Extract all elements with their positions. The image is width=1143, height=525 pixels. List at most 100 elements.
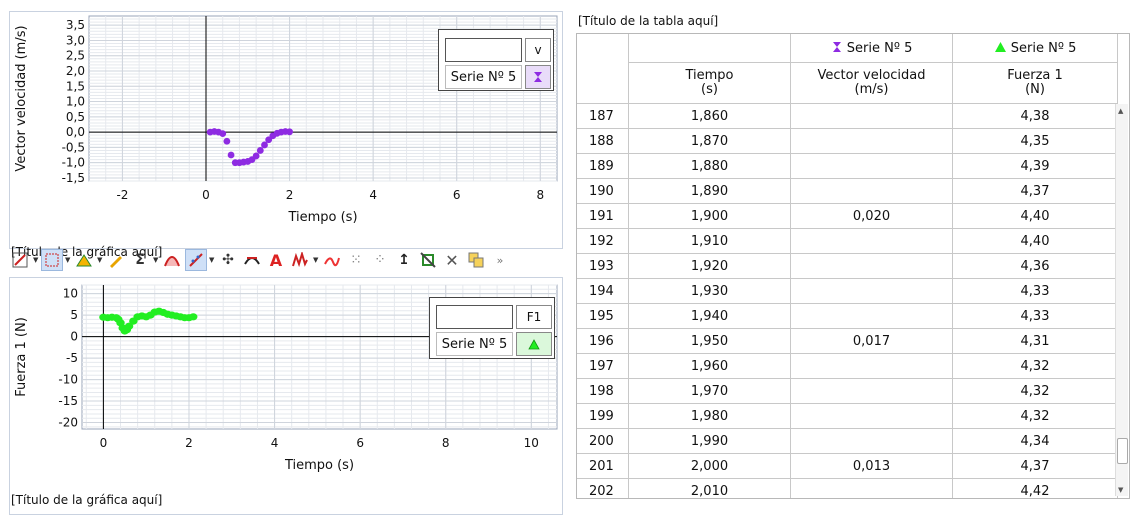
strike-icon[interactable] <box>417 249 439 271</box>
time-cell[interactable]: 1,910 <box>628 228 791 254</box>
table-row[interactable]: 187 1,860 4,38 <box>577 103 1118 129</box>
table-row[interactable]: 190 1,890 4,37 <box>577 178 1118 204</box>
curve-fit-icon[interactable] <box>161 249 183 271</box>
table-row[interactable]: 191 1,900 0,020 4,40 <box>577 203 1118 229</box>
table-row[interactable]: 198 1,970 4,32 <box>577 378 1118 404</box>
force-cell[interactable]: 4,31 <box>952 328 1118 354</box>
force-cell[interactable]: 4,40 <box>952 228 1118 254</box>
velocity-cell[interactable] <box>790 403 953 429</box>
delete-icon[interactable]: ✕ <box>441 249 463 271</box>
chevron-down-icon[interactable]: ▼ <box>153 256 159 264</box>
time-cell[interactable]: 1,880 <box>628 153 791 179</box>
scroll-down-icon[interactable]: ▼ <box>1118 486 1123 494</box>
force-cell[interactable]: 4,34 <box>952 428 1118 454</box>
crosshair-icon[interactable]: ✣ <box>217 249 239 271</box>
velocity-cell[interactable] <box>790 253 953 279</box>
row-index-cell[interactable]: 202 <box>577 478 629 498</box>
velocity-cell[interactable] <box>790 178 953 204</box>
series-header-force[interactable]: Serie Nº 5 <box>952 34 1118 63</box>
time-cell[interactable]: 1,920 <box>628 253 791 279</box>
graph-caption-bottom[interactable]: [Título de la gráfica aquí] <box>11 493 162 507</box>
row-index-cell[interactable]: 187 <box>577 103 629 129</box>
point-remove-icon[interactable]: ⁙ <box>345 249 367 271</box>
interpolate-icon[interactable] <box>321 249 343 271</box>
table-row[interactable]: 202 2,010 4,42 <box>577 478 1118 498</box>
chevron-down-icon[interactable]: ▼ <box>97 256 103 264</box>
force-cell[interactable]: 4,39 <box>952 153 1118 179</box>
column-header-velocity[interactable]: Vector velocidad (m/s) <box>790 62 953 104</box>
force-cell[interactable]: 4,32 <box>952 403 1118 429</box>
velocity-cell[interactable] <box>790 378 953 404</box>
row-index-cell[interactable]: 198 <box>577 378 629 404</box>
table-row[interactable]: 197 1,960 4,32 <box>577 353 1118 379</box>
sigma-icon[interactable]: Σ <box>129 249 151 271</box>
scroll-up-icon[interactable]: ▲ <box>1118 107 1123 115</box>
row-index-cell[interactable]: 193 <box>577 253 629 279</box>
autoscale-icon[interactable] <box>9 249 31 271</box>
legend-series-swatch[interactable] <box>516 332 552 356</box>
chevron-down-icon[interactable]: ▼ <box>33 256 39 264</box>
force-cell[interactable]: 4,36 <box>952 253 1118 279</box>
velocity-cell[interactable]: 0,017 <box>790 328 953 354</box>
row-index-cell[interactable]: 191 <box>577 203 629 229</box>
row-index-cell[interactable]: 200 <box>577 428 629 454</box>
copy-icon[interactable] <box>465 249 487 271</box>
velocity-cell[interactable] <box>790 228 953 254</box>
time-cell[interactable]: 1,970 <box>628 378 791 404</box>
legend-bottom[interactable]: F1 Serie Nº 5 <box>429 297 555 359</box>
table-row[interactable]: 194 1,930 4,33 <box>577 278 1118 304</box>
row-index-cell[interactable]: 188 <box>577 128 629 154</box>
velocity-cell[interactable] <box>790 153 953 179</box>
row-index-cell[interactable]: 194 <box>577 278 629 304</box>
force-cell[interactable]: 4,40 <box>952 203 1118 229</box>
annotation-icon[interactable]: A <box>265 249 287 271</box>
velocity-cell[interactable] <box>790 103 953 129</box>
arrow-up-icon[interactable]: ↥ <box>393 249 415 271</box>
row-index-cell[interactable]: 195 <box>577 303 629 329</box>
chevron-down-icon[interactable]: ▼ <box>65 256 71 264</box>
table-row[interactable]: 201 2,000 0,013 4,37 <box>577 453 1118 479</box>
chevron-down-icon[interactable]: ▼ <box>313 256 319 264</box>
row-index-cell[interactable]: 201 <box>577 453 629 479</box>
force-cell[interactable]: 4,32 <box>952 378 1118 404</box>
force-cell[interactable]: 4,33 <box>952 278 1118 304</box>
legend-name-field[interactable] <box>436 305 513 329</box>
table-row[interactable]: 199 1,980 4,32 <box>577 403 1118 429</box>
table-row[interactable]: 188 1,870 4,35 <box>577 128 1118 154</box>
row-index-cell[interactable]: 189 <box>577 153 629 179</box>
linear-fit-icon[interactable] <box>185 249 207 271</box>
table-row[interactable]: 196 1,950 0,017 4,31 <box>577 328 1118 354</box>
time-cell[interactable]: 1,930 <box>628 278 791 304</box>
time-cell[interactable]: 1,960 <box>628 353 791 379</box>
legend-series-swatch[interactable] <box>525 65 551 89</box>
row-index-cell[interactable]: 190 <box>577 178 629 204</box>
time-cell[interactable]: 1,890 <box>628 178 791 204</box>
table-row[interactable]: 192 1,910 4,40 <box>577 228 1118 254</box>
chevron-down-icon[interactable]: ▼ <box>209 256 215 264</box>
table-row[interactable]: 189 1,880 4,39 <box>577 153 1118 179</box>
more-icon[interactable]: » <box>489 249 511 271</box>
pencil-icon[interactable] <box>105 249 127 271</box>
time-cell[interactable]: 1,950 <box>628 328 791 354</box>
table-row[interactable]: 193 1,920 4,36 <box>577 253 1118 279</box>
force-cell[interactable]: 4,38 <box>952 103 1118 129</box>
time-cell[interactable]: 1,980 <box>628 403 791 429</box>
fft-icon[interactable] <box>289 249 311 271</box>
time-cell[interactable]: 2,000 <box>628 453 791 479</box>
point-restore-icon[interactable]: ⁘ <box>369 249 391 271</box>
velocity-cell[interactable]: 0,020 <box>790 203 953 229</box>
velocity-cell[interactable] <box>790 278 953 304</box>
tangent-icon[interactable] <box>241 249 263 271</box>
force-cell[interactable]: 4,37 <box>952 453 1118 479</box>
time-cell[interactable]: 1,990 <box>628 428 791 454</box>
table-row[interactable]: 195 1,940 4,33 <box>577 303 1118 329</box>
velocity-cell[interactable] <box>790 303 953 329</box>
velocity-cell[interactable] <box>790 428 953 454</box>
table-scrollbar[interactable]: ▲ ▼ <box>1115 104 1128 496</box>
time-cell[interactable]: 1,900 <box>628 203 791 229</box>
table-row[interactable]: 200 1,990 4,34 <box>577 428 1118 454</box>
row-index-cell[interactable]: 192 <box>577 228 629 254</box>
row-index-cell[interactable]: 196 <box>577 328 629 354</box>
force-cell[interactable]: 4,37 <box>952 178 1118 204</box>
force-cell[interactable]: 4,32 <box>952 353 1118 379</box>
